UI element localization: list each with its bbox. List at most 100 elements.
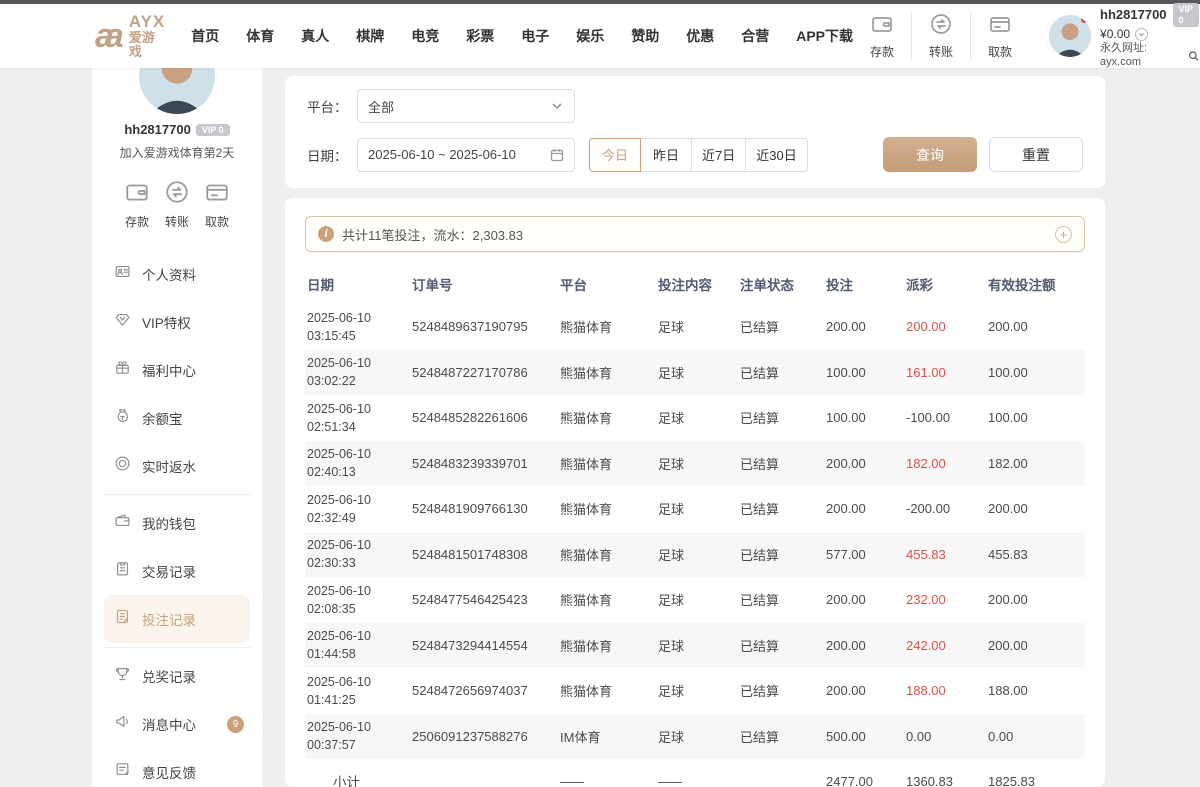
nav-item-3[interactable]: 真人 [301, 26, 329, 46]
range-button-4[interactable]: 近30日 [745, 138, 807, 172]
cell-valid: 188.00 [986, 683, 1083, 698]
info-icon: i [318, 226, 334, 242]
cell-date: 2025-06-1002:30:33 [305, 536, 410, 572]
platform-select[interactable]: 全部 [357, 89, 575, 123]
cell-order: 5248472656974037 [410, 683, 558, 698]
cell-content: 足球 [656, 681, 738, 700]
nav-item-2[interactable]: 体育 [246, 26, 274, 46]
cell-platform: IM体育 [558, 727, 656, 746]
cell-valid: 200.00 [986, 592, 1083, 607]
cell-content: 足球 [656, 408, 738, 427]
cell-platform: 熊猫体育 [558, 545, 656, 564]
nav-action-card[interactable]: 取款 [970, 12, 1029, 60]
expand-plus-icon[interactable]: + [1055, 226, 1072, 243]
side-action-label: 取款 [205, 213, 229, 230]
main-nav: 首页 体育 真人 棋牌 电竞 彩票 电子 娱乐 赞助 优惠 合营 APP下载 [191, 26, 853, 46]
table-row: 2025-06-1000:37:572506091237588276IM体育足球… [305, 714, 1085, 760]
sidebar-avatar[interactable] [139, 68, 215, 114]
summary-text: 共计11笔投注，流水：2,303.83 [342, 225, 523, 244]
cell-payout: -100.00 [904, 410, 986, 425]
date-range-input[interactable]: 2025-06-10 ~ 2025-06-10 [357, 138, 575, 172]
calendar-icon [550, 148, 564, 162]
table-row: 2025-06-1002:51:345248485282261606熊猫体育足球… [305, 395, 1085, 441]
navbar: aa AYX 爱游戏 首页 体育 真人 棋牌 电竞 彩票 电子 娱乐 赞助 优惠 合营 APP下载 存… [0, 4, 1200, 68]
cell-payout: 161.00 [904, 365, 986, 380]
sidebar-item-bets[interactable]: 投注记录 [104, 595, 250, 643]
cell-status: 已结算 [738, 681, 824, 700]
cell-platform: 熊猫体育 [558, 499, 656, 518]
cell-status: 已结算 [738, 499, 824, 518]
nav-action-wallet[interactable]: 存款 [853, 12, 911, 60]
nav-item-9[interactable]: 赞助 [631, 26, 659, 46]
nav-item-6[interactable]: 彩票 [466, 26, 494, 46]
sidebar-menu: 个人资料VIP特权福利中心余额宝实时返水我的钱包交易记录投注记录兑奖记录消息中心… [92, 236, 262, 787]
sidebar-item-rebate[interactable]: 实时返水 [104, 442, 250, 490]
sidebar-item-yuebao[interactable]: 余额宝 [104, 394, 250, 442]
balance-value: ¥0.00 [1100, 27, 1130, 42]
logo-cn: 爱游戏 [129, 31, 165, 58]
subtotal-row: 小计 —— —— 2477.00 1360.83 1825.83 [305, 759, 1085, 787]
cell-bet: 200.00 [824, 683, 904, 698]
side-action-transfer[interactable]: 转账 [164, 179, 190, 230]
sidebar-item-prize[interactable]: 兑奖记录 [104, 652, 250, 700]
nav-item-11[interactable]: 合营 [741, 26, 769, 46]
wallet-icon [870, 12, 894, 39]
cell-status: 已结算 [738, 727, 824, 746]
sidebar-item-vip[interactable]: VIP特权 [104, 298, 250, 346]
chevron-down-icon [550, 99, 564, 113]
nav-item-7[interactable]: 电子 [521, 26, 549, 46]
side-action-wallet[interactable]: 存款 [124, 179, 150, 230]
cell-order: 5248477546425423 [410, 592, 558, 607]
user-avatar[interactable] [1049, 15, 1091, 57]
nav-item-12[interactable]: APP下载 [796, 26, 853, 46]
col-header-2: 订单号 [410, 274, 558, 294]
table-row: 2025-06-1002:40:135248483239339701熊猫体育足球… [305, 441, 1085, 487]
nav-action-transfer[interactable]: 转账 [911, 12, 970, 60]
nav-item-10[interactable]: 优惠 [686, 26, 714, 46]
magnifier-icon[interactable] [1188, 50, 1199, 62]
col-header-1: 日期 [305, 274, 410, 294]
yuebao-icon [114, 407, 131, 429]
range-button-1[interactable]: 今日 [589, 138, 641, 172]
col-header-8: 有效投注额 [986, 274, 1083, 294]
sidebar-item-welfare[interactable]: 福利中心 [104, 346, 250, 394]
col-header-6: 投注 [824, 274, 904, 294]
reset-button[interactable]: 重置 [989, 137, 1083, 172]
transfer-icon [164, 179, 190, 208]
balance-chevron-icon[interactable] [1135, 28, 1148, 41]
col-header-5: 注单状态 [738, 274, 824, 294]
sidebar-item-profile[interactable]: 个人资料 [104, 250, 250, 298]
nav-quick-actions: 存款转账取款 [853, 12, 1029, 60]
cell-date: 2025-06-1002:32:49 [305, 491, 410, 527]
nav-item-5[interactable]: 电竞 [411, 26, 439, 46]
cell-bet: 100.00 [824, 365, 904, 380]
range-button-3[interactable]: 近7日 [691, 138, 746, 172]
nav-item-4[interactable]: 棋牌 [356, 26, 384, 46]
sidebar-group-1: 个人资料VIP特权福利中心余额宝实时返水 [104, 246, 250, 494]
cell-bet: 200.00 [824, 638, 904, 653]
feedback-icon [114, 761, 131, 783]
nav-item-8[interactable]: 娱乐 [576, 26, 604, 46]
cell-date: 2025-06-1002:08:35 [305, 582, 410, 618]
nav-item-1[interactable]: 首页 [191, 26, 219, 46]
brand-logo[interactable]: aa AYX 爱游戏 [95, 13, 165, 58]
platform-selected-value: 全部 [368, 97, 550, 116]
bets-table: 日期订单号平台投注内容注单状态投注派彩有效投注额 2025-06-1003:15… [305, 264, 1085, 787]
cell-payout: -200.00 [904, 501, 986, 516]
side-action-card[interactable]: 取款 [204, 179, 230, 230]
search-button[interactable]: 查询 [883, 137, 977, 172]
range-button-2[interactable]: 昨日 [640, 138, 692, 172]
table-body: 2025-06-1003:15:455248489637190795熊猫体育足球… [305, 304, 1085, 759]
sidebar-item-message[interactable]: 消息中心9 [104, 700, 250, 748]
table-row: 2025-06-1002:08:355248477546425423熊猫体育足球… [305, 577, 1085, 623]
cell-content: 足球 [656, 636, 738, 655]
col-header-7: 派彩 [904, 274, 986, 294]
table-row: 2025-06-1002:32:495248481909766130熊猫体育足球… [305, 486, 1085, 532]
filter-panel: 平台： 全部 日期： 2025-06-10 ~ 2025-06-10 今日昨日近… [285, 76, 1105, 188]
sidebar-item-mywallet[interactable]: 我的钱包 [104, 499, 250, 547]
cell-date: 2025-06-1001:44:58 [305, 627, 410, 663]
sidebar-item-transactions[interactable]: 交易记录 [104, 547, 250, 595]
sidebar-item-feedback[interactable]: 意见反馈 [104, 748, 250, 787]
table-header-row: 日期订单号平台投注内容注单状态投注派彩有效投注额 [305, 264, 1085, 304]
cell-order: 5248481501748308 [410, 547, 558, 562]
